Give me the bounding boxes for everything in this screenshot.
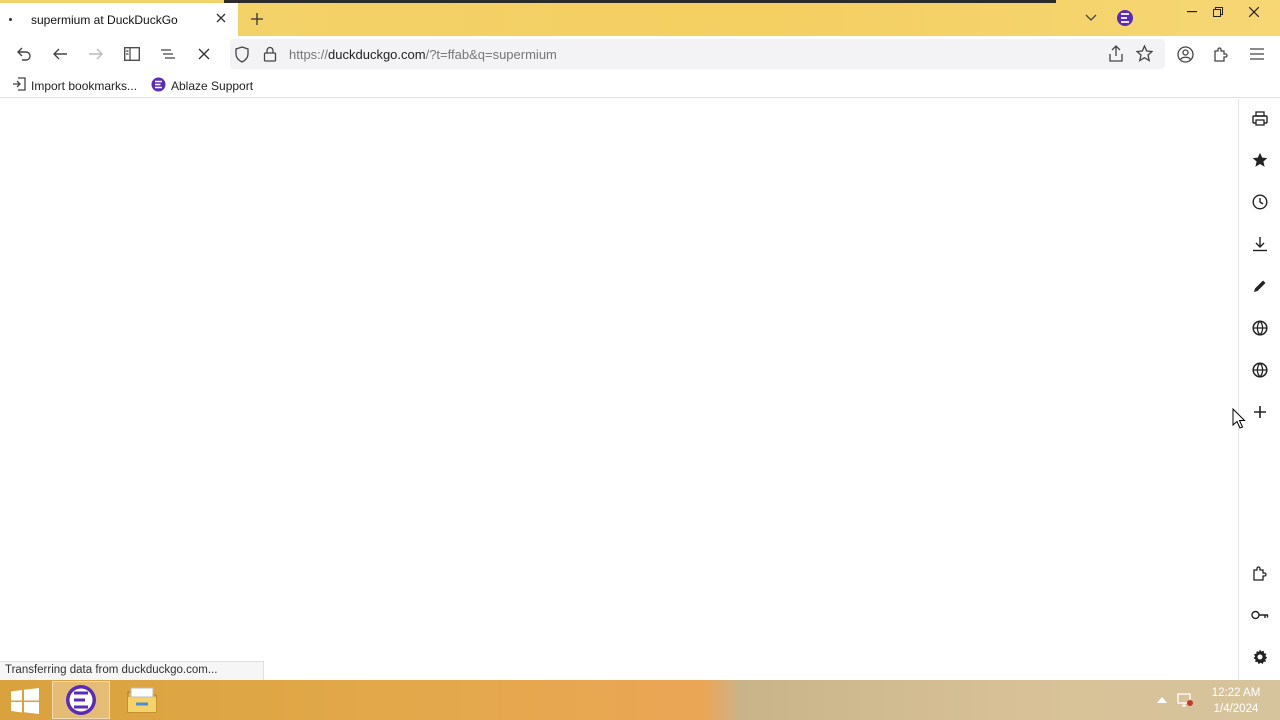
forward-button[interactable] bbox=[86, 44, 106, 64]
share-icon[interactable] bbox=[1108, 45, 1124, 65]
key-icon[interactable] bbox=[1249, 604, 1271, 626]
taskbar-file-explorer-app[interactable] bbox=[113, 681, 171, 719]
side-panel-bar bbox=[1238, 99, 1280, 680]
extensions-puzzle-icon[interactable] bbox=[1211, 44, 1231, 64]
menu-hamburger-icon[interactable] bbox=[1247, 44, 1267, 64]
url-prefix: https:// bbox=[289, 47, 329, 62]
back-button[interactable] bbox=[50, 44, 70, 64]
gear-icon[interactable] bbox=[1249, 646, 1271, 668]
bookmark-ablaze-support[interactable]: Ablaze Support bbox=[151, 77, 253, 95]
tray-chevron-up-icon[interactable] bbox=[1153, 692, 1171, 708]
url-host: duckduckgo.com bbox=[328, 47, 426, 62]
download-icon[interactable] bbox=[1249, 233, 1271, 255]
star-icon[interactable] bbox=[1249, 149, 1271, 171]
network-icon[interactable] bbox=[1176, 692, 1194, 708]
printer-icon[interactable] bbox=[1249, 107, 1271, 129]
page-content[interactable] bbox=[0, 99, 1238, 680]
tab-stack-icon[interactable] bbox=[158, 44, 178, 64]
windows-taskbar: 12:22 AM 1/4/2024 bbox=[0, 680, 1280, 720]
bookmark-label: Ablaze Support bbox=[171, 79, 254, 93]
url-text[interactable]: https://duckduckgo.com/?t=ffab&q=supermi… bbox=[289, 47, 557, 62]
mouse-cursor-icon bbox=[1232, 407, 1246, 430]
shield-icon[interactable] bbox=[234, 46, 250, 66]
loading-line bbox=[224, 0, 1056, 3]
close-window-button[interactable] bbox=[1240, 2, 1268, 22]
bookmark-label: Import bookmarks... bbox=[31, 78, 138, 93]
undo-close-tab-icon[interactable] bbox=[14, 44, 34, 64]
taskbar-clock[interactable]: 12:22 AM 1/4/2024 bbox=[1200, 685, 1272, 717]
globe-icon[interactable] bbox=[1249, 317, 1271, 339]
bookmarks-bar: Import bookmarks... Ablaze Support bbox=[0, 72, 1280, 98]
pen-icon[interactable] bbox=[1249, 275, 1271, 297]
clock-date: 1/4/2024 bbox=[1213, 703, 1259, 715]
supermium-logo-icon[interactable] bbox=[1116, 9, 1134, 27]
stop-loading-button[interactable] bbox=[194, 44, 214, 64]
tab-loading-dot-icon bbox=[9, 18, 12, 21]
tab-active[interactable]: supermium at DuckDuckGo bbox=[0, 3, 238, 36]
title-bar: supermium at DuckDuckGo bbox=[0, 0, 1280, 36]
extension-puzzle-icon[interactable] bbox=[1249, 562, 1271, 584]
clock-time: 12:22 AM bbox=[1211, 687, 1261, 699]
bookmark-star-icon[interactable] bbox=[1135, 44, 1154, 65]
restore-button[interactable] bbox=[1204, 2, 1232, 22]
lock-icon[interactable] bbox=[263, 46, 277, 65]
start-button[interactable] bbox=[8, 688, 42, 714]
address-bar[interactable]: https://duckduckgo.com/?t=ffab&q=supermi… bbox=[230, 39, 1165, 69]
history-clock-icon[interactable] bbox=[1249, 191, 1271, 213]
new-tab-button[interactable] bbox=[247, 9, 267, 29]
tab-close-icon[interactable] bbox=[212, 9, 230, 27]
account-icon[interactable] bbox=[1175, 44, 1195, 64]
plus-icon[interactable] bbox=[1249, 401, 1271, 423]
minimize-button[interactable] bbox=[1178, 2, 1206, 22]
tab-list-chevron-icon[interactable] bbox=[1081, 8, 1101, 28]
globe-icon[interactable] bbox=[1249, 359, 1271, 381]
bookmark-import[interactable]: Import bookmarks... bbox=[12, 77, 137, 94]
sidebar-toggle-icon[interactable] bbox=[122, 44, 142, 64]
url-path: /?t=ffab&q=supermium bbox=[425, 47, 557, 62]
tab-title: supermium at DuckDuckGo bbox=[31, 13, 178, 27]
taskbar-supermium-app[interactable] bbox=[52, 681, 110, 719]
ablaze-logo-icon bbox=[151, 77, 166, 95]
nav-bar: https://duckduckgo.com/?t=ffab&q=supermi… bbox=[0, 36, 1280, 72]
import-icon bbox=[12, 77, 26, 94]
status-bar: Transferring data from duckduckgo.com... bbox=[0, 661, 264, 680]
